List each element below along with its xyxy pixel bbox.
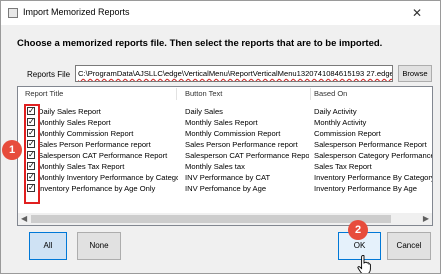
report-title: Monthly Sales Report xyxy=(38,118,111,127)
based-on: Commission Report xyxy=(314,129,381,138)
column-header-report-title[interactable]: Report Title xyxy=(25,87,175,101)
column-header-button-text[interactable]: Button Text xyxy=(185,87,309,101)
list-row[interactable]: ✓ Salesperson CAT Performance Report Sal… xyxy=(18,150,432,161)
button-text: INV Perfomance by Age xyxy=(185,184,267,193)
based-on: Daily Activity xyxy=(314,107,357,116)
button-text: INV Performance by CAT xyxy=(185,173,271,182)
based-on: Salesperson Category Performance Re xyxy=(314,151,432,160)
list-row[interactable]: ✓ Monthly Commission Report Monthly Comm… xyxy=(18,128,432,139)
button-text: Sales Person Performance report xyxy=(185,140,298,149)
scroll-left-icon[interactable]: ◀ xyxy=(21,213,27,225)
based-on: Sales Tax Report xyxy=(314,162,372,171)
report-title: Monthly Inventory Performance by Categor… xyxy=(38,173,178,182)
list-row[interactable]: ✓ Daily Sales Report Daily Sales Daily A… xyxy=(18,106,432,117)
based-on: Inventory Performance By Category xyxy=(314,173,432,182)
report-title: Inventory Perfomance by Age Only xyxy=(38,184,156,193)
list-row[interactable]: ✓ Monthly Sales Tax Report Monthly Sales… xyxy=(18,161,432,172)
close-button[interactable]: ✕ xyxy=(408,4,426,22)
column-separator[interactable] xyxy=(310,88,311,100)
based-on: Salesperson Performance Report xyxy=(314,140,427,149)
button-text: Monthly Sales tax xyxy=(185,162,245,171)
column-header-based-on[interactable]: Based On xyxy=(314,87,432,101)
reports-file-input[interactable]: C:\ProgramData\AJSLLC\edge\VerticalMenu\… xyxy=(75,65,393,82)
hand-cursor-icon xyxy=(357,255,371,273)
based-on: Monthly Activity xyxy=(314,118,367,127)
list-row[interactable]: ✓ Monthly Inventory Performance by Categ… xyxy=(18,172,432,183)
app-icon xyxy=(8,8,18,18)
list-row[interactable]: ✓ Inventory Perfomance by Age Only INV P… xyxy=(18,183,432,194)
report-title: Daily Sales Report xyxy=(38,107,101,116)
reports-list[interactable]: Report Title Button Text Based On ✓ Dail… xyxy=(17,86,433,226)
list-row[interactable]: ✓ Monthly Sales Report Monthly Sales Rep… xyxy=(18,117,432,128)
annotation-badge-1: 1 xyxy=(2,140,22,160)
report-title: Monthly Commission Report xyxy=(38,129,134,138)
reports-file-label: Reports File xyxy=(27,70,71,79)
based-on: Inventory Performance By Age xyxy=(314,184,417,193)
report-title: Monthly Sales Tax Report xyxy=(38,162,125,171)
button-text: Monthly Sales Report xyxy=(185,118,258,127)
select-all-button[interactable]: All xyxy=(29,232,67,260)
button-text: Salesperson CAT Performance Report xyxy=(185,151,309,160)
annotation-badge-2: 2 xyxy=(348,220,368,240)
column-separator[interactable] xyxy=(176,88,177,100)
list-row[interactable]: ✓ Sales Person Performance report Sales … xyxy=(18,139,432,150)
button-text: Daily Sales xyxy=(185,107,223,116)
scrollbar-thumb[interactable] xyxy=(31,215,391,223)
checkbox-highlight-box xyxy=(24,104,40,204)
select-none-button[interactable]: None xyxy=(77,232,121,260)
report-title: Salesperson CAT Performance Report xyxy=(38,151,168,160)
title-bar: Import Memorized Reports ✕ xyxy=(1,1,440,25)
import-memorized-reports-dialog: Import Memorized Reports ✕ Choose a memo… xyxy=(0,0,441,274)
instruction-text: Choose a memorized reports file. Then se… xyxy=(17,38,383,49)
window-title: Import Memorized Reports xyxy=(23,7,130,17)
report-title: Sales Person Performance report xyxy=(38,140,151,149)
cancel-button[interactable]: Cancel xyxy=(387,232,431,260)
horizontal-scrollbar[interactable]: ◀ ▶ xyxy=(18,213,432,225)
scroll-right-icon[interactable]: ▶ xyxy=(423,213,429,225)
browse-button[interactable]: Browse xyxy=(398,65,432,82)
button-text: Monthly Commission Report xyxy=(185,129,281,138)
